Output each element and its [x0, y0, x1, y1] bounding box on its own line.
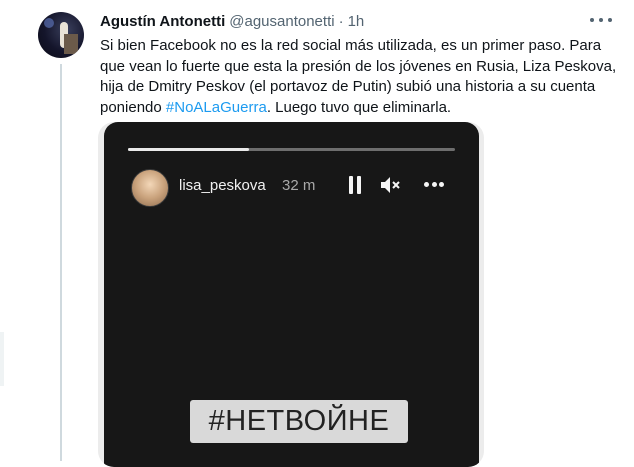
tweet-header: Agustín Antonetti @agusantonetti · 1h: [100, 11, 610, 31]
story-progress-fill: [128, 148, 249, 151]
hashtag-link[interactable]: #NoALaGuerra: [166, 99, 267, 116]
author-avatar[interactable]: [38, 12, 84, 58]
pause-icon: [348, 176, 362, 194]
tweet-time[interactable]: 1h: [348, 13, 365, 30]
mute-icon: [381, 177, 400, 193]
header-separator: ·: [338, 12, 344, 30]
story-username: lisa_peskova: [179, 177, 266, 194]
story-more-icon: [424, 182, 444, 187]
tweet-text-after: . Luego tuvo que eliminarla.: [266, 98, 452, 116]
story-sticker: #НЕТВОЙНЕ: [190, 400, 408, 443]
avatar-podium: [64, 34, 78, 54]
avatar-light: [44, 18, 54, 28]
story-avatar: [131, 169, 169, 207]
story-progress-bar: [128, 148, 455, 151]
tweet-text: Si bien Facebook no es la red social más…: [100, 36, 620, 118]
scroll-edge: [0, 332, 4, 386]
story-time: 32 m: [282, 177, 316, 194]
more-horizontal-icon[interactable]: [590, 10, 612, 30]
tweet-media[interactable]: lisa_peskova 32 m #НЕТВОЙНЕ: [98, 122, 484, 467]
thread-line: [60, 64, 62, 461]
author-name[interactable]: Agustín Antonetti: [100, 13, 225, 30]
author-handle[interactable]: @agusantonetti: [229, 13, 334, 30]
story-screenshot: lisa_peskova 32 m #НЕТВОЙНЕ: [104, 122, 479, 467]
